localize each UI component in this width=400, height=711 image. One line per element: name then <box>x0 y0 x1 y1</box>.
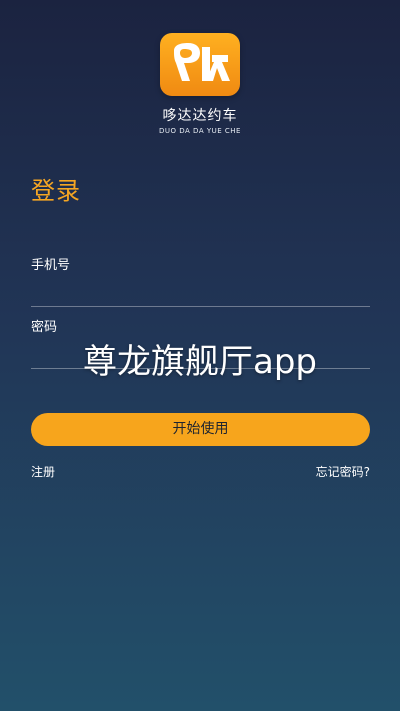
phone-divider <box>31 306 370 307</box>
login-title: 登录 <box>31 177 81 205</box>
login-screen: 哆达达约车 DUO DA DA YUE CHE 登录 手机号 密码 尊龙旗舰厅a… <box>0 0 400 711</box>
phone-label: 手机号 <box>31 258 71 273</box>
logo-glyph <box>174 43 230 81</box>
password-label: 密码 <box>31 320 58 335</box>
forgot-password-link[interactable]: 忘记密码? <box>316 463 370 480</box>
watermark-text: 尊龙旗舰厅app <box>83 342 317 382</box>
app-name: 哆达达约车 <box>162 108 238 124</box>
phone-input[interactable] <box>31 276 370 302</box>
app-logo-icon <box>160 33 240 96</box>
register-link[interactable]: 注册 <box>31 463 55 480</box>
start-button[interactable]: 开始使用 <box>31 413 370 446</box>
app-name-en: DUO DA DA YUE CHE <box>159 127 241 135</box>
